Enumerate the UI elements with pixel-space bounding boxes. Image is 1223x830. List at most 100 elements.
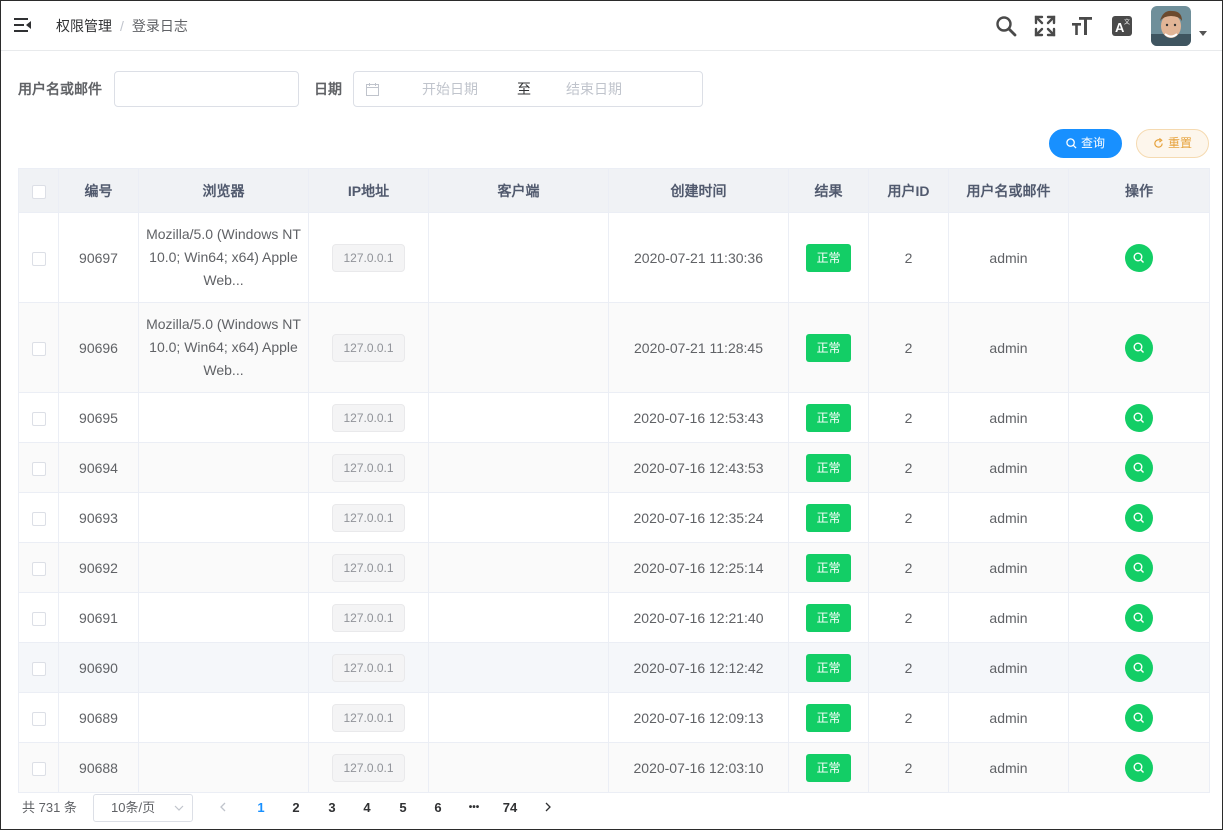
column-header-result[interactable]: 结果 [788,168,869,213]
refresh-icon [1154,137,1163,148]
view-detail-button[interactable] [1125,503,1153,532]
cell-id: 90696 [58,302,139,393]
username-input[interactable] [114,71,299,107]
row-checkbox[interactable] [31,661,46,676]
search-icon [1133,252,1144,263]
page-item-2[interactable]: 2 [281,794,311,822]
column-header-ip[interactable]: IP地址 [308,168,429,213]
column-header-created[interactable]: 创建时间 [608,168,789,213]
cell-client [428,642,609,693]
row-checkbox[interactable] [31,511,46,526]
avatar-dropdown-caret-icon[interactable] [1199,31,1207,36]
cell-browser [138,642,309,693]
search-icon [1133,612,1144,623]
table-row[interactable]: 90692 127.0.0.1 2020-07-16 12:25:14 正常 2… [18,542,1210,593]
table-row[interactable]: 90694 127.0.0.1 2020-07-16 12:43:53 正常 2… [18,442,1210,493]
table-row[interactable]: 90689 127.0.0.1 2020-07-16 12:09:13 正常 2… [18,692,1210,743]
table-row[interactable]: 90695 127.0.0.1 2020-07-16 12:53:43 正常 2… [18,392,1210,443]
translate-icon[interactable]: A 文 [1110,14,1134,38]
status-badge: 正常 [806,753,851,782]
view-detail-button[interactable] [1125,243,1153,272]
ip-tag: 127.0.0.1 [332,503,405,532]
status-badge: 正常 [806,333,851,362]
view-detail-button[interactable] [1125,603,1153,632]
search-button[interactable]: 查询 [1049,129,1122,158]
fullscreen-icon[interactable] [1033,14,1057,38]
table-row[interactable]: 90696 Mozilla/5.0 (Windows NT 10.0; Win6… [18,302,1210,393]
cell-browser [138,492,309,543]
prev-page-button[interactable] [208,794,238,822]
table-row[interactable]: 90690 127.0.0.1 2020-07-16 12:12:42 正常 2… [18,642,1210,693]
page-more-ellipsis[interactable]: ••• [459,794,489,822]
status-badge: 正常 [806,453,851,482]
start-date-input[interactable]: 开始日期 [400,72,500,106]
view-detail-button[interactable] [1125,703,1153,732]
table-row[interactable]: 90691 127.0.0.1 2020-07-16 12:21:40 正常 2… [18,592,1210,643]
next-page-button[interactable] [533,794,563,822]
view-detail-button[interactable] [1125,553,1153,582]
search-icon [1133,412,1144,423]
top-navbar: 权限管理 / 登录日志 A 文 [1,1,1222,51]
table-row[interactable]: 90697 Mozilla/5.0 (Windows NT 10.0; Win6… [18,212,1210,303]
font-size-icon[interactable] [1070,14,1094,38]
view-detail-button[interactable] [1125,753,1153,782]
row-checkbox[interactable] [31,711,46,726]
row-checkbox[interactable] [31,561,46,576]
row-checkbox[interactable] [31,761,46,776]
row-checkbox[interactable] [31,461,46,476]
select-all-checkbox[interactable] [31,184,46,199]
table-row[interactable]: 90693 127.0.0.1 2020-07-16 12:35:24 正常 2… [18,492,1210,543]
page-item-1[interactable]: 1 [246,794,276,822]
column-header-id[interactable]: 编号 [58,168,139,213]
page-size-select[interactable]: 10条/页 [93,794,193,822]
chevron-left-icon [220,802,226,812]
row-checkbox[interactable] [31,251,46,266]
column-header-user-id[interactable]: 用户ID [868,168,949,213]
search-icon[interactable] [994,14,1018,38]
page-item-3[interactable]: 3 [317,794,347,822]
page-item-4[interactable]: 4 [352,794,382,822]
cell-username: admin [948,642,1069,693]
view-detail-button[interactable] [1125,333,1153,362]
menu-fold-icon[interactable] [14,17,32,33]
cell-client [428,392,609,443]
cell-client [428,492,609,543]
ip-tag: 127.0.0.1 [332,453,405,482]
column-header-username[interactable]: 用户名或邮件 [948,168,1069,213]
cell-client [428,742,609,793]
cell-created-time: 2020-07-21 11:28:45 [608,302,789,393]
reset-button[interactable]: 重置 [1136,129,1209,158]
column-header-client[interactable]: 客户端 [428,168,609,213]
cell-browser [138,592,309,643]
avatar[interactable] [1151,6,1191,46]
end-date-input[interactable]: 结束日期 [544,72,644,106]
table-row[interactable]: 90688 127.0.0.1 2020-07-16 12:03:10 正常 2… [18,742,1210,793]
column-header-browser[interactable]: 浏览器 [138,168,309,213]
search-icon [1133,342,1144,353]
cell-id: 90697 [58,212,139,303]
cell-user-id: 2 [868,642,949,693]
cell-browser [138,742,309,793]
cell-client [428,592,609,643]
ip-tag: 127.0.0.1 [332,553,405,582]
view-detail-button[interactable] [1125,403,1153,432]
view-detail-button[interactable] [1125,653,1153,682]
cell-username: admin [948,742,1069,793]
cell-user-id: 2 [868,442,949,493]
row-checkbox[interactable] [31,341,46,356]
date-range-picker[interactable]: 开始日期 至 结束日期 [353,71,703,107]
breadcrumb-item-permission[interactable]: 权限管理 [56,18,112,34]
range-separator: 至 [517,81,531,97]
date-label: 日期 [314,81,342,97]
row-checkbox[interactable] [31,611,46,626]
page-item-5[interactable]: 5 [388,794,418,822]
ip-tag: 127.0.0.1 [332,603,405,632]
view-detail-button[interactable] [1125,453,1153,482]
page-item-6[interactable]: 6 [423,794,453,822]
cell-browser [138,442,309,493]
cell-browser [138,542,309,593]
page-item-74[interactable]: 74 [495,794,525,822]
row-checkbox[interactable] [31,411,46,426]
cell-user-id: 2 [868,212,949,303]
cell-username: admin [948,542,1069,593]
